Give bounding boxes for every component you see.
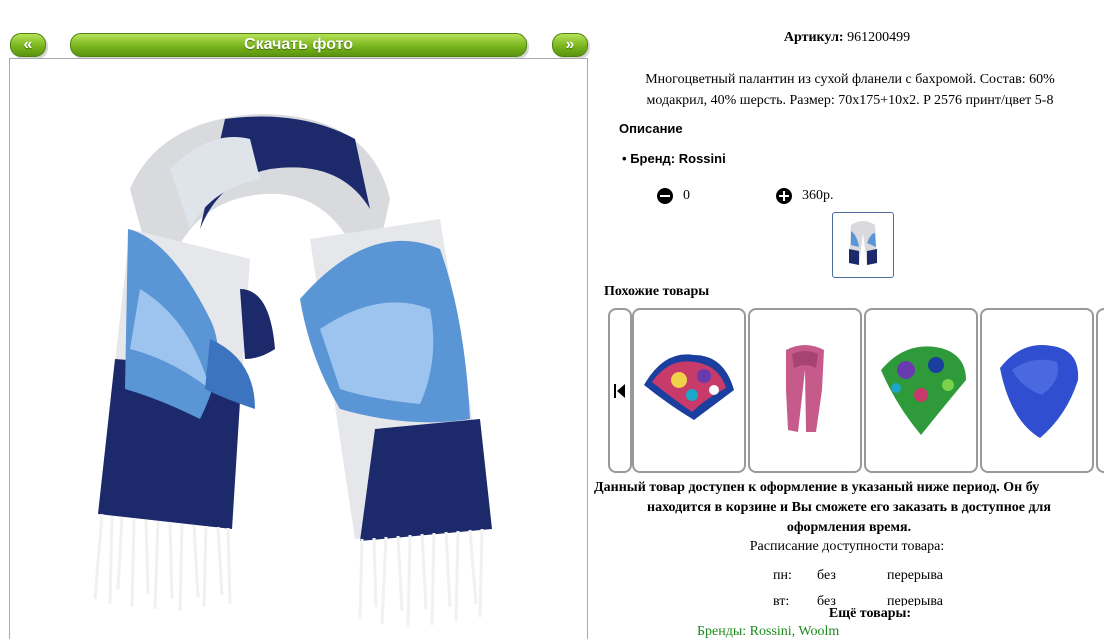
schedule-heading: Расписание доступности товара: bbox=[749, 539, 945, 554]
schedule-to: перерыва bbox=[887, 568, 943, 583]
availability-notice: Данный товар доступен к оформление в ука… bbox=[594, 478, 1104, 538]
similar-item-3[interactable] bbox=[864, 308, 978, 473]
similar-products-heading: Похожие товары bbox=[604, 284, 710, 299]
notice-line-2: находится в корзине и Вы сможете его зак… bbox=[647, 500, 1051, 515]
next-photo-button[interactable]: » bbox=[552, 33, 588, 57]
description-line-2: модакрил, 40% шерсть. Размер: 70х175+10х… bbox=[646, 93, 1054, 108]
quantity-control: 0 bbox=[657, 188, 690, 204]
notice-line-3: оформления время. bbox=[786, 520, 912, 535]
product-description: Многоцветный палантин из сухой фланели с… bbox=[600, 69, 1100, 111]
notice-line-1: Данный товар доступен к оформление в ука… bbox=[594, 480, 1040, 495]
similar-item-2[interactable] bbox=[748, 308, 862, 473]
similar-item-4[interactable] bbox=[980, 308, 1094, 473]
brand-label: Бренд: Rossini bbox=[630, 151, 726, 166]
carousel-next-button[interactable] bbox=[1096, 308, 1104, 473]
schedule-from: без bbox=[817, 568, 836, 583]
article-line: Артикул: 961200499 bbox=[590, 30, 1104, 46]
more-products-heading: Ещё товары: bbox=[590, 606, 1104, 622]
description-heading: Описание bbox=[619, 121, 683, 136]
price-control: 360р. bbox=[776, 188, 834, 204]
carousel-prev-button[interactable] bbox=[608, 308, 632, 473]
article-label: Артикул: bbox=[783, 30, 844, 45]
similar-item-1[interactable] bbox=[632, 308, 746, 473]
minus-icon[interactable] bbox=[657, 188, 673, 204]
skip-back-icon bbox=[614, 384, 625, 398]
plus-icon[interactable] bbox=[776, 188, 792, 204]
product-photo bbox=[9, 58, 588, 639]
download-photo-button[interactable]: Скачать фото bbox=[70, 33, 527, 57]
bullet: • bbox=[622, 151, 627, 166]
article-value: 961200499 bbox=[847, 30, 911, 45]
product-thumbnail[interactable] bbox=[832, 212, 894, 278]
price-value: 360р. bbox=[802, 188, 834, 203]
schedule-day: пн: bbox=[773, 568, 792, 583]
prev-photo-button[interactable]: « bbox=[10, 33, 46, 57]
brand-item: • Бренд: Rossini bbox=[622, 151, 726, 166]
quantity-value: 0 bbox=[683, 188, 690, 203]
more-products-link[interactable]: Бренды: Rossini, Woolm bbox=[697, 624, 839, 640]
description-line-1: Многоцветный палантин из сухой фланели с… bbox=[645, 72, 1055, 87]
